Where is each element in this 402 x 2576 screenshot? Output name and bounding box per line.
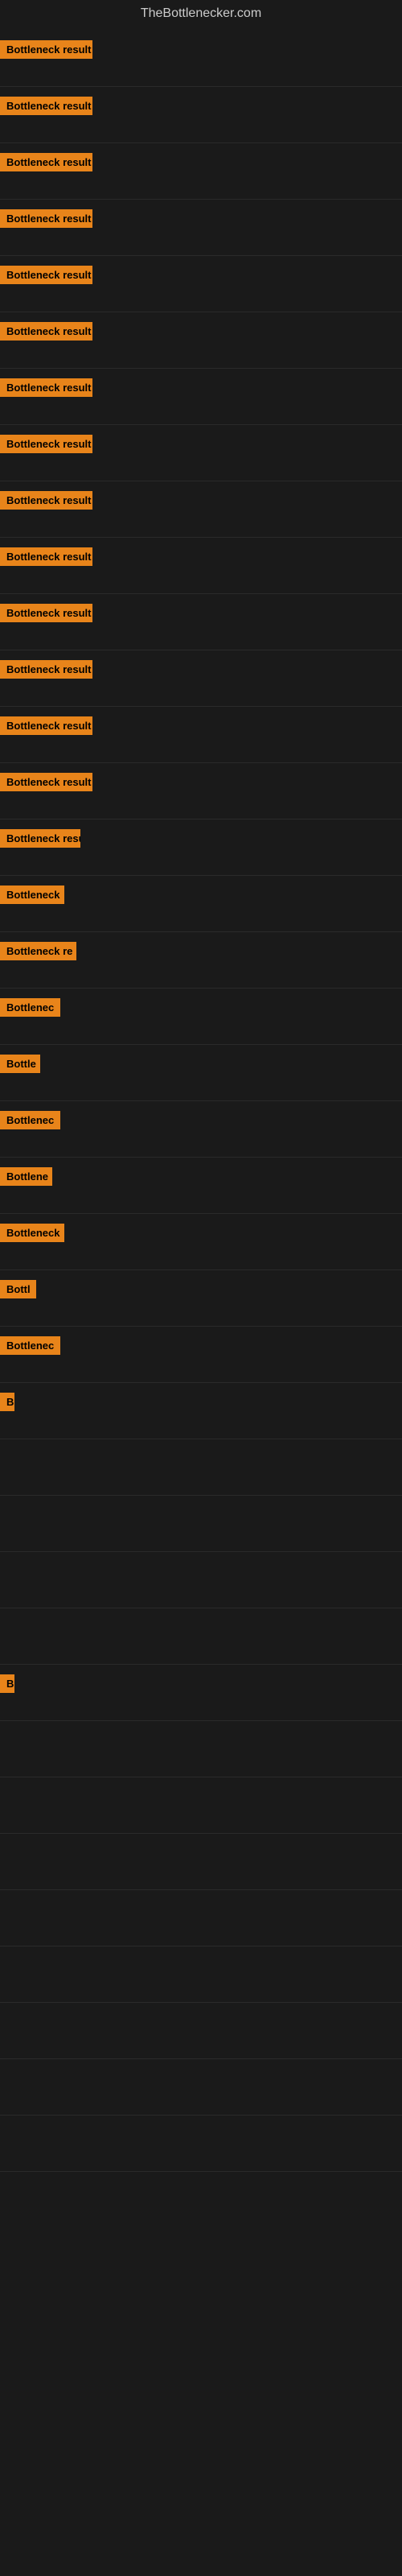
bottleneck-badge[interactable]: Bottlene bbox=[0, 1167, 52, 1186]
result-row: Bottleneck result bbox=[0, 143, 402, 200]
result-row bbox=[0, 1834, 402, 1890]
result-row bbox=[0, 2059, 402, 2116]
result-row: Bottleneck bbox=[0, 876, 402, 932]
result-row bbox=[0, 1439, 402, 1496]
result-row bbox=[0, 2003, 402, 2059]
bottleneck-badge[interactable]: Bottleneck bbox=[0, 1224, 64, 1242]
page-header: TheBottlenecker.com bbox=[0, 0, 402, 31]
result-row: Bottleneck re bbox=[0, 932, 402, 989]
result-row: Bottleneck result bbox=[0, 425, 402, 481]
result-row: Bottlene bbox=[0, 1158, 402, 1214]
bottleneck-badge[interactable]: Bottleneck result bbox=[0, 491, 92, 510]
result-row: Bottleneck result bbox=[0, 707, 402, 763]
bottleneck-badge[interactable]: Bottleneck re bbox=[0, 942, 76, 960]
result-row bbox=[0, 2116, 402, 2172]
bottleneck-badge[interactable]: Bottleneck result bbox=[0, 716, 92, 735]
site-title: TheBottlenecker.com bbox=[141, 6, 261, 20]
bottleneck-badge[interactable]: Bottle bbox=[0, 1055, 40, 1073]
bottleneck-badge[interactable]: Bottleneck result bbox=[0, 322, 92, 341]
result-row: Bottleneck result bbox=[0, 369, 402, 425]
result-row: Bottl bbox=[0, 1270, 402, 1327]
bottleneck-badge[interactable]: Bottleneck result bbox=[0, 153, 92, 171]
result-row bbox=[0, 1496, 402, 1552]
bottleneck-badge[interactable]: Bottlenec bbox=[0, 998, 60, 1017]
bottleneck-badge[interactable]: Bottlenec bbox=[0, 1336, 60, 1355]
result-row: Bottleneck result bbox=[0, 312, 402, 369]
result-row: Bottleneck bbox=[0, 1214, 402, 1270]
result-row bbox=[0, 1777, 402, 1834]
bottleneck-badge[interactable]: Bottleneck bbox=[0, 886, 64, 904]
result-row: Bottleneck result bbox=[0, 763, 402, 819]
bottleneck-badge[interactable]: B bbox=[0, 1393, 14, 1411]
bottleneck-badge[interactable]: Bottleneck result bbox=[0, 97, 92, 115]
bottleneck-badge[interactable]: Bottlenec bbox=[0, 1111, 60, 1129]
result-row: Bottleneck result bbox=[0, 256, 402, 312]
result-row: Bottleneck result bbox=[0, 87, 402, 143]
results-container: Bottleneck result Bottleneck result Bottle… bbox=[0, 31, 402, 2172]
result-row bbox=[0, 1552, 402, 1608]
bottleneck-badge[interactable]: Bottleneck resu bbox=[0, 829, 80, 848]
bottleneck-badge[interactable]: Bottleneck result bbox=[0, 435, 92, 453]
result-row: Bottleneck resu bbox=[0, 819, 402, 876]
bottleneck-badge[interactable]: Bottleneck result bbox=[0, 209, 92, 228]
result-row bbox=[0, 1721, 402, 1777]
result-row: Bottleneck result bbox=[0, 481, 402, 538]
bottleneck-badge[interactable]: Bottleneck result bbox=[0, 604, 92, 622]
result-row: Bottlenec bbox=[0, 989, 402, 1045]
result-row: Bottle bbox=[0, 1045, 402, 1101]
bottleneck-badge[interactable]: Bottleneck result bbox=[0, 378, 92, 397]
result-row: Bottleneck result bbox=[0, 538, 402, 594]
result-row: Bottlenec bbox=[0, 1327, 402, 1383]
result-row: Bottleneck result bbox=[0, 594, 402, 650]
bottleneck-badge[interactable]: Bottl bbox=[0, 1280, 36, 1298]
bottleneck-badge[interactable]: Bottleneck result bbox=[0, 773, 92, 791]
result-row bbox=[0, 1946, 402, 2003]
bottleneck-badge[interactable]: Bottleneck result bbox=[0, 547, 92, 566]
result-row: Bottlenec bbox=[0, 1101, 402, 1158]
bottleneck-badge[interactable]: B bbox=[0, 1674, 14, 1693]
bottleneck-badge[interactable]: Bottleneck result bbox=[0, 40, 92, 59]
bottleneck-badge[interactable]: Bottleneck result bbox=[0, 266, 92, 284]
result-row bbox=[0, 1608, 402, 1665]
result-row: Bottleneck result bbox=[0, 200, 402, 256]
result-row: Bottleneck result bbox=[0, 650, 402, 707]
result-row: B bbox=[0, 1383, 402, 1439]
result-row: B bbox=[0, 1665, 402, 1721]
bottleneck-badge[interactable]: Bottleneck result bbox=[0, 660, 92, 679]
result-row bbox=[0, 1890, 402, 1946]
result-row: Bottleneck result bbox=[0, 31, 402, 87]
